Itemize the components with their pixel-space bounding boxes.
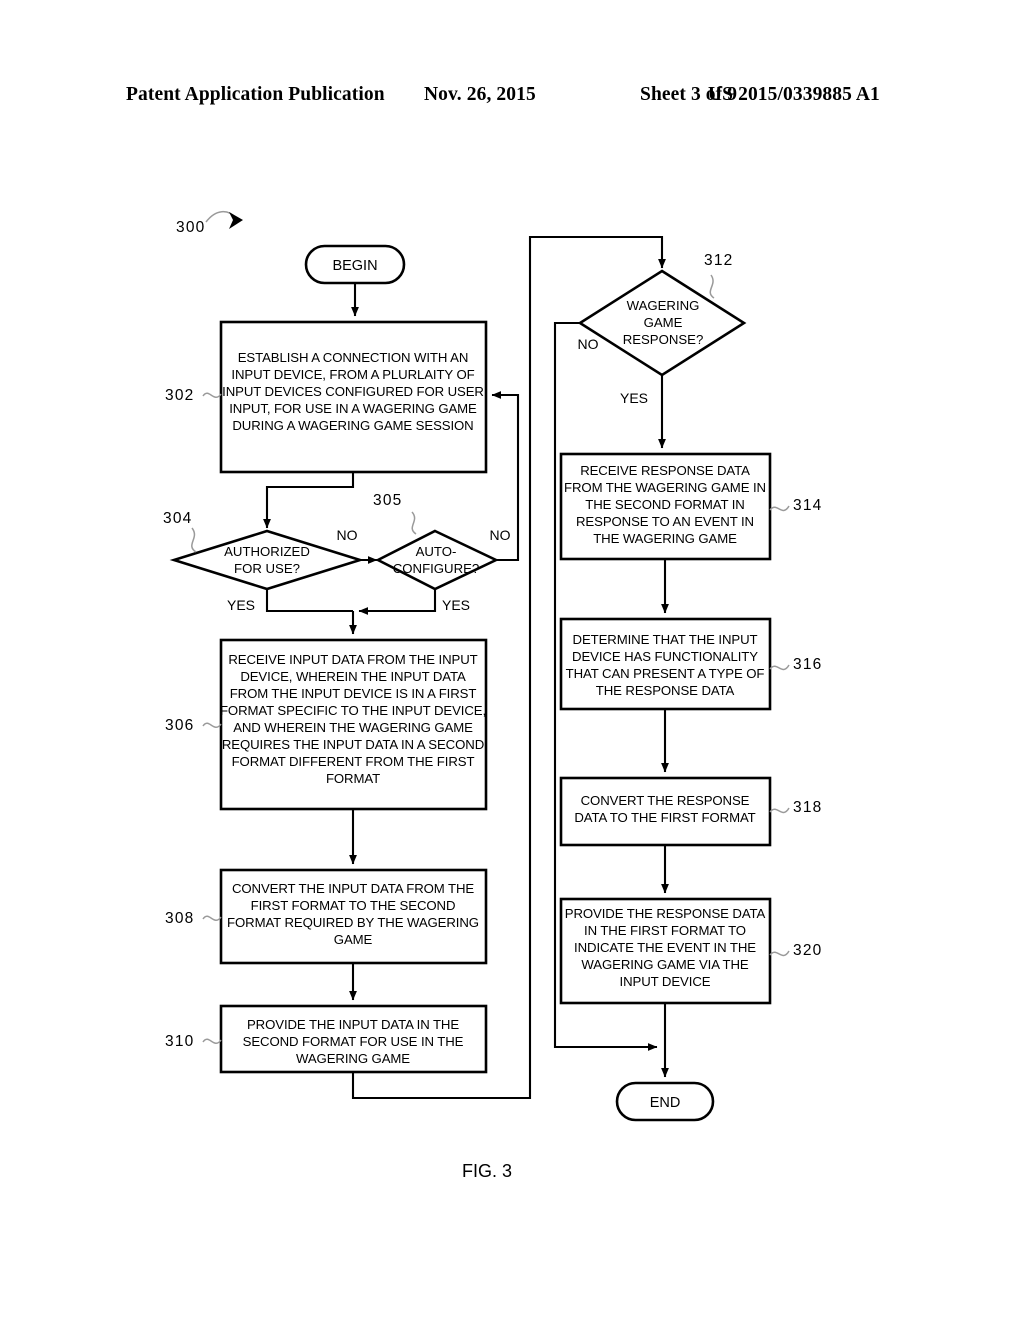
ref-304: 304 (163, 510, 197, 553)
branch-label-312-no: NO (578, 336, 599, 352)
process-box-320-line-4: WAGERING GAME VIA THE (581, 957, 748, 972)
ref-305-label: 305 (373, 492, 402, 509)
process-box-314: RECEIVE RESPONSE DATA FROM THE WAGERING … (559, 452, 772, 561)
ref-308-label: 308 (165, 910, 194, 927)
decision-305-line-1: AUTO- (416, 544, 457, 559)
process-box-316-line-4: THE RESPONSE DATA (596, 683, 735, 698)
branch-label-304-yes: YES (227, 597, 255, 613)
process-box-318: CONVERT THE RESPONSE DATA TO THE FIRST F… (559, 776, 772, 847)
process-box-302-line-3: INPUT DEVICES CONFIGURED FOR USER (222, 384, 484, 399)
ref-312-label: 312 (704, 252, 733, 269)
terminator-begin-label: BEGIN (332, 258, 377, 274)
process-box-308: CONVERT THE INPUT DATA FROM THE FIRST FO… (219, 868, 488, 965)
process-box-318-line-1: CONVERT THE RESPONSE (581, 793, 750, 808)
ref-302: 302 (165, 387, 222, 404)
diagram-ref-300-label: 300 (176, 219, 205, 236)
process-box-302: ESTABLISH A CONNECTION WITH AN INPUT DEV… (219, 320, 488, 474)
process-box-316-line-1: DETERMINE THAT THE INPUT (573, 632, 758, 647)
process-box-308-line-2: FIRST FORMAT TO THE SECOND (251, 898, 456, 913)
branch-label-305-yes: YES (442, 597, 470, 613)
ref-305: 305 (373, 492, 417, 535)
decision-304-line-2: FOR USE? (234, 561, 300, 576)
process-box-306-line-2: DEVICE, WHEREIN THE INPUT DATA (240, 669, 466, 684)
process-box-306-line-6: REQUIRES THE INPUT DATA IN A SECOND (222, 737, 484, 752)
process-box-310-line-3: WAGERING GAME (296, 1051, 410, 1066)
process-box-316-line-2: DEVICE HAS FUNCTIONALITY (572, 649, 758, 664)
ref-318: 318 (769, 799, 822, 816)
process-box-320-line-5: INPUT DEVICE (620, 974, 711, 989)
process-box-306: RECEIVE INPUT DATA FROM THE INPUT DEVICE… (219, 638, 488, 811)
ref-308: 308 (165, 910, 222, 927)
process-box-306-line-5: AND WHEREIN THE WAGERING GAME (233, 720, 473, 735)
ref-310: 310 (165, 1033, 222, 1050)
ref-302-label: 302 (165, 387, 194, 404)
branch-label-305-no: NO (490, 527, 511, 543)
ref-312: 312 (704, 252, 733, 299)
process-box-302-line-1: ESTABLISH A CONNECTION WITH AN (238, 350, 469, 365)
ref-316: 316 (769, 656, 822, 673)
process-box-316-line-3: THAT CAN PRESENT A TYPE OF (566, 666, 765, 681)
patent-figure-page: Patent Application Publication Nov. 26, … (0, 0, 1024, 1320)
process-box-320: PROVIDE THE RESPONSE DATA IN THE FIRST F… (559, 897, 772, 1005)
process-box-314-line-2: FROM THE WAGERING GAME IN (564, 480, 766, 495)
process-box-306-line-3: FROM THE INPUT DEVICE IS IN A FIRST (230, 686, 477, 701)
process-box-314-line-4: RESPONSE TO AN EVENT IN (576, 514, 754, 529)
process-box-320-line-3: INDICATE THE EVENT IN THE (574, 940, 756, 955)
process-box-320-line-2: IN THE FIRST FORMAT TO (584, 923, 746, 938)
decision-312-line-3: RESPONSE? (623, 332, 704, 347)
ref-310-label: 310 (165, 1033, 194, 1050)
process-box-306-line-8: FORMAT (326, 771, 380, 786)
decision-305-line-2: CONFIGURE? (393, 561, 479, 576)
decision-304-line-1: AUTHORIZED (224, 544, 310, 559)
terminator-end-label: END (650, 1095, 681, 1111)
process-box-302-line-2: INPUT DEVICE, FROM A PLURLAITY OF (231, 367, 474, 382)
ref-320-label: 320 (793, 942, 822, 959)
connector-304-yes (265, 589, 353, 613)
diagram-ref-300: 300 (176, 211, 243, 236)
ref-304-label: 304 (163, 510, 192, 527)
branch-label-312-yes: YES (620, 390, 648, 406)
process-box-310-line-1: PROVIDE THE INPUT DATA IN THE (247, 1017, 459, 1032)
decision-diamond-304: AUTHORIZED FOR USE? (169, 529, 365, 591)
ref-316-label: 316 (793, 656, 822, 673)
process-box-318-line-2: DATA TO THE FIRST FORMAT (574, 810, 755, 825)
process-box-314-line-3: THE SECOND FORMAT IN (585, 497, 744, 512)
process-box-306-line-1: RECEIVE INPUT DATA FROM THE INPUT (228, 652, 477, 667)
figure-caption: FIG. 3 (462, 1161, 512, 1181)
process-box-308-line-4: GAME (334, 932, 373, 947)
decision-312-line-2: GAME (644, 315, 683, 330)
process-box-306-line-7: FORMAT DIFFERENT FROM THE FIRST (232, 754, 475, 769)
process-box-310-line-2: SECOND FORMAT FOR USE IN THE (243, 1034, 464, 1049)
branch-label-304-no: NO (337, 527, 358, 543)
process-box-310: PROVIDE THE INPUT DATA IN THE SECOND FOR… (219, 1004, 488, 1074)
connector-305-yes (358, 589, 437, 615)
ref-318-label: 318 (793, 799, 822, 816)
ref-320: 320 (769, 942, 822, 959)
process-box-320-line-1: PROVIDE THE RESPONSE DATA (565, 906, 766, 921)
process-box-316: DETERMINE THAT THE INPUT DEVICE HAS FUNC… (559, 617, 772, 711)
connector-302-to-304 (262, 472, 355, 529)
process-box-306-line-4: FORMAT SPECIFIC TO THE INPUT DEVICE, (220, 703, 486, 718)
ref-306-label: 306 (165, 717, 194, 734)
process-box-302-line-4: INPUT, FOR USE IN A WAGERING GAME (229, 401, 477, 416)
ref-314: 314 (769, 497, 822, 514)
ref-306: 306 (165, 717, 222, 734)
process-box-314-line-1: RECEIVE RESPONSE DATA (580, 463, 750, 478)
terminator-begin: BEGIN (304, 244, 406, 285)
decision-diamond-312: WAGERING GAME RESPONSE? (577, 269, 747, 377)
decision-diamond-305: AUTO- CONFIGURE? (375, 529, 500, 591)
process-box-302-line-5: DURING A WAGERING GAME SESSION (232, 418, 473, 433)
process-box-308-line-3: FORMAT REQUIRED BY THE WAGERING (227, 915, 479, 930)
ref-314-label: 314 (793, 497, 822, 514)
decision-312-line-1: WAGERING (627, 298, 700, 313)
process-box-308-line-1: CONVERT THE INPUT DATA FROM THE (232, 881, 474, 896)
process-box-314-line-5: THE WAGERING GAME (593, 531, 737, 546)
flowchart-figure: 300 BEGIN ESTABLISH A CONNECTION WITH AN… (0, 0, 1024, 1320)
terminator-end: END (615, 1081, 715, 1122)
